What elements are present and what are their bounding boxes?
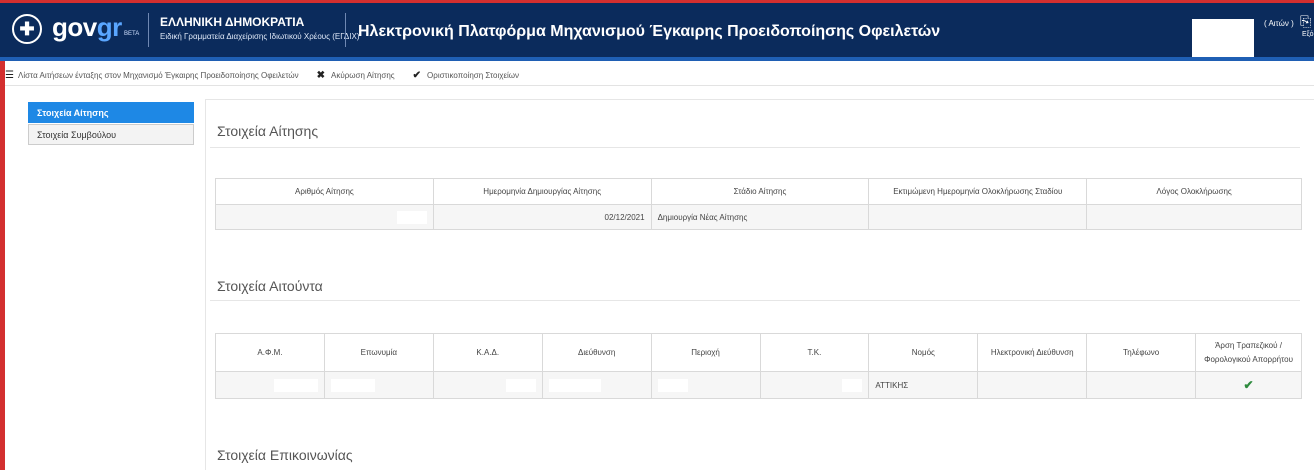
column-header: Νομός — [868, 333, 979, 372]
govgr-logo[interactable]: govgr — [52, 12, 122, 43]
check-icon: ✔ — [1243, 378, 1254, 392]
column-header: Εκτιμώμενη Ημερομηνία Ολοκλήρωσης Σταδίο… — [868, 178, 1088, 205]
application-table: Αριθμός Αίτησης Ημερομηνία Δημιουργίας Α… — [215, 178, 1302, 230]
column-header: Ηλεκτρονική Διεύθυνση — [977, 333, 1088, 372]
finalize-label: Οριστικοποίηση Στοιχείων — [427, 71, 520, 80]
table-header-row: Αριθμός Αίτησης Ημερομηνία Δημιουργίας Α… — [215, 178, 1302, 205]
greek-seal-icon[interactable]: ✚ — [12, 14, 42, 44]
column-header: Α.Φ.Μ. — [215, 333, 325, 372]
applications-list-link[interactable]: ☰ Λίστα Αιτήσεων ένταξης στον Μηχανισμό … — [5, 70, 299, 81]
column-header: Στάδιο Αίτησης — [650, 178, 870, 205]
stage-cell: Δημιουργία Νέας Αίτησης — [650, 204, 870, 230]
redacted-value — [505, 378, 536, 392]
header-accent-line — [0, 57, 1314, 61]
action-bar: ☰ Λίστα Αιτήσεων ένταξης στον Μηχανισμό … — [5, 66, 1314, 86]
check-icon: ✔ — [412, 70, 422, 81]
section-title-contact: Στοιχεία Επικοινωνίας — [217, 447, 353, 463]
column-header: Επωνυμία — [323, 333, 434, 372]
ministry-title: ΕΛΛΗΝΙΚΗ ΔΗΜΟΚΡΑΤΙΑ — [160, 15, 305, 29]
creation-date-cell: 02/12/2021 — [432, 204, 652, 230]
main-panel — [205, 99, 1314, 470]
logout-icon[interactable]: ⎘ — [1300, 13, 1311, 30]
column-header: Άρση Τραπεζικού / Φορολογικού Απορρήτου — [1195, 333, 1302, 372]
column-header: Λόγος Ολοκλήρωσης — [1086, 178, 1302, 205]
name-cell — [323, 371, 434, 399]
table-header-row: Α.Φ.Μ. Επωνυμία Κ.Α.Δ. Διεύθυνση Περιοχή… — [215, 333, 1302, 372]
close-icon: ✖ — [316, 70, 326, 81]
kad-cell — [432, 371, 543, 399]
address-cell — [541, 371, 652, 399]
logout-label[interactable]: Εξό — [1302, 31, 1314, 38]
section-divider — [210, 147, 1300, 148]
finalize-button[interactable]: ✔ Οριστικοποίηση Στοιχείων — [413, 70, 519, 81]
top-header: ✚ govgr BETA ΕΛΛΗΝΙΚΗ ΔΗΜΟΚΡΑΤΙΑ Ειδική … — [0, 3, 1314, 63]
cancel-application-label: Ακύρωση Αίτησης — [331, 71, 395, 80]
phone-cell — [1086, 371, 1197, 399]
estimated-date-cell — [868, 204, 1088, 230]
table-row: 02/12/2021 Δημιουργία Νέας Αίτησης — [215, 204, 1302, 230]
area-cell — [650, 371, 761, 399]
afm-cell — [215, 371, 325, 399]
app-title: Ηλεκτρονική Πλατφόρμα Μηχανισμού Έγκαιρη… — [358, 23, 941, 40]
secrecy-waiver-cell: ✔ — [1195, 371, 1302, 399]
column-header: Τηλέφωνο — [1086, 333, 1197, 372]
column-header: Διεύθυνση — [541, 333, 652, 372]
ministry-block: ΕΛΛΗΝΙΚΗ ΔΗΜΟΚΡΑΤΙΑ Ειδική Γραμματεία Δι… — [160, 15, 360, 41]
prefecture-cell: ΑΤΤΙΚΗΣ — [868, 371, 979, 399]
redacted-value — [396, 210, 427, 224]
applicant-table: Α.Φ.Μ. Επωνυμία Κ.Α.Δ. Διεύθυνση Περιοχή… — [215, 333, 1302, 399]
section-divider — [210, 300, 1300, 301]
column-header: Κ.Α.Δ. — [432, 333, 543, 372]
redacted-value — [842, 378, 863, 392]
user-role: ( Αιτών ) — [1264, 19, 1294, 28]
header-divider — [345, 13, 346, 47]
sidebar-item-application[interactable]: Στοιχεία Αίτησης — [28, 102, 194, 123]
application-number-cell — [215, 204, 434, 230]
sidebar: Στοιχεία Αίτησης Στοιχεία Συμβούλου — [28, 102, 194, 146]
ministry-subtitle: Ειδική Γραμματεία Διαχείρισης Ιδιωτικού … — [160, 32, 360, 41]
cancel-application-button[interactable]: ✖ Ακύρωση Αίτησης — [317, 70, 395, 81]
column-header: Αριθμός Αίτησης — [215, 178, 434, 205]
section-title-applicant: Στοιχεία Αιτούντα — [217, 278, 323, 294]
redacted-value — [657, 378, 688, 392]
table-row: ΑΤΤΙΚΗΣ ✔ — [215, 371, 1302, 399]
redacted-value — [273, 378, 318, 392]
menu-icon: ☰ — [5, 70, 14, 81]
beta-badge: BETA — [124, 31, 140, 37]
redacted-value — [330, 378, 375, 392]
email-cell — [977, 371, 1088, 399]
sidebar-item-advisor[interactable]: Στοιχεία Συμβούλου — [28, 124, 194, 145]
completion-reason-cell — [1086, 204, 1302, 230]
column-header: Περιοχή — [650, 333, 761, 372]
applications-list-label: Λίστα Αιτήσεων ένταξης στον Μηχανισμό Έγ… — [17, 71, 299, 80]
postal-code-cell — [759, 371, 870, 399]
column-header: Τ.Κ. — [759, 333, 870, 372]
column-header: Ημερομηνία Δημιουργίας Αίτησης — [432, 178, 652, 205]
section-title-application: Στοιχεία Αίτησης — [217, 123, 319, 139]
redacted-value — [548, 378, 601, 392]
header-divider — [148, 13, 149, 47]
